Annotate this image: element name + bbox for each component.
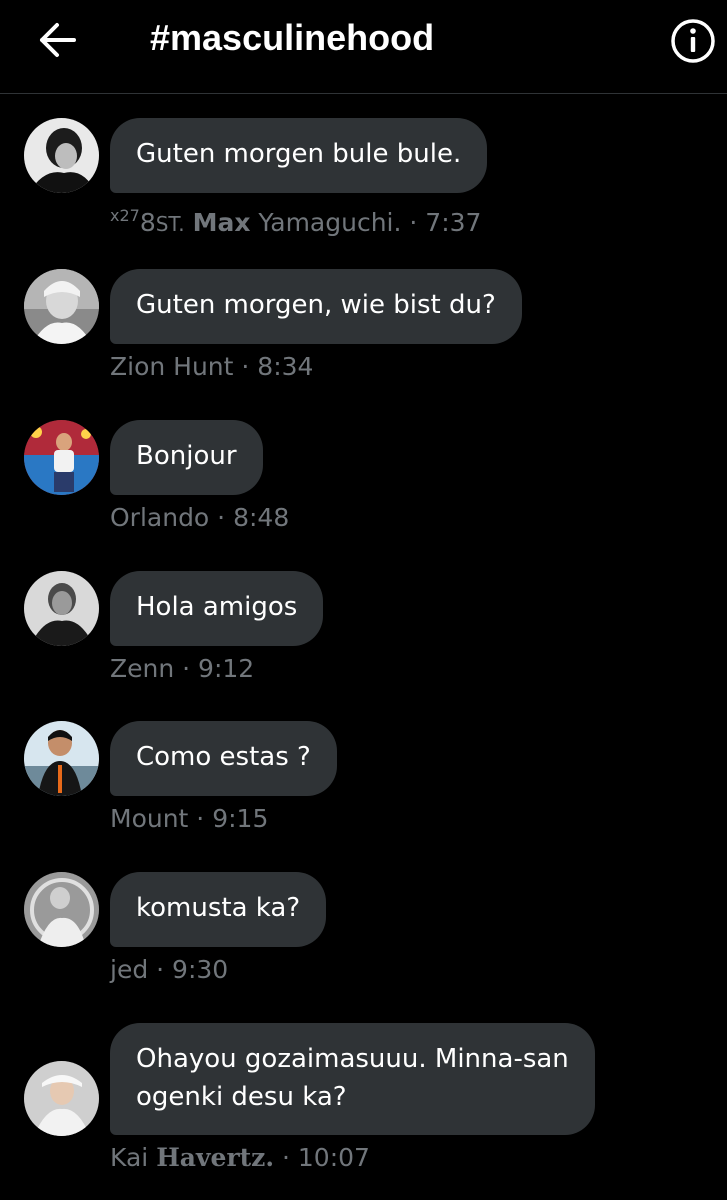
- sender-name: Zion Hunt: [110, 352, 234, 381]
- sender-prefix-sup: x27: [110, 206, 140, 225]
- avatar[interactable]: [24, 118, 99, 193]
- sender-name-bold: Havertz.: [156, 1143, 275, 1172]
- message-text: komusta ka?: [136, 893, 301, 923]
- message-text-line: Ohayou gozaimasuuu. Minna-san: [136, 1044, 569, 1074]
- message-text: Guten morgen bule bule.: [136, 139, 462, 169]
- info-circle-icon: [671, 19, 715, 63]
- sender-name: Yamaguchi.: [258, 208, 402, 237]
- message-time: 10:07: [297, 1143, 370, 1172]
- avatar[interactable]: [24, 1061, 99, 1136]
- message-meta: jed · 9:30: [110, 955, 229, 984]
- message-text: Como estas ?: [136, 742, 311, 772]
- conversation-header: #masculinehood: [0, 0, 727, 94]
- message-time: 8:48: [233, 503, 290, 532]
- message-meta: Zion Hunt · 8:34: [110, 352, 314, 381]
- message-time: 9:15: [212, 804, 269, 833]
- arrow-left-icon: [40, 23, 76, 57]
- message-text: Guten morgen, wie bist du?: [136, 290, 496, 320]
- sender-name: Zenn: [110, 654, 175, 683]
- message-text: Hola amigos: [136, 592, 298, 622]
- message-time: 9:12: [198, 654, 255, 683]
- avatar[interactable]: [24, 269, 99, 344]
- message-time: 9:30: [172, 955, 229, 984]
- message-bubble[interactable]: komusta ka?: [110, 872, 327, 947]
- message-meta: Mount · 9:15: [110, 804, 269, 833]
- message-text: Bonjour: [136, 441, 237, 471]
- sender-name: Orlando: [110, 503, 210, 532]
- avatar[interactable]: [24, 420, 99, 495]
- message-meta: Kai Havertz. · 10:07: [110, 1143, 370, 1172]
- message-bubble[interactable]: Guten morgen, wie bist du?: [110, 269, 522, 344]
- avatar[interactable]: [24, 872, 99, 947]
- back-button[interactable]: [30, 18, 86, 62]
- message-bubble[interactable]: Como estas ?: [110, 721, 337, 796]
- sender-name: Mount: [110, 804, 189, 833]
- message-bubble[interactable]: Hola amigos: [110, 571, 324, 646]
- info-button[interactable]: [668, 16, 718, 66]
- conversation-title: #masculinehood: [150, 17, 435, 58]
- message-text-line: ogenki desu ka?: [136, 1082, 347, 1112]
- sender-name-bold: Max: [192, 208, 251, 237]
- sender-prefix: 8: [139, 208, 156, 237]
- sender-prefix-small: ST.: [155, 212, 185, 236]
- message-bubble[interactable]: Guten morgen bule bule.: [110, 118, 488, 193]
- sender-name: jed: [110, 955, 149, 984]
- message-meta: x278ST. Max Yamaguchi. · 7:37: [110, 206, 482, 237]
- sender-name: Kai: [110, 1143, 149, 1172]
- message-time: 8:34: [257, 352, 314, 381]
- message-meta: Zenn · 9:12: [110, 654, 255, 683]
- message-bubble[interactable]: Ohayou gozaimasuuu. Minna-san ogenki des…: [110, 1023, 595, 1135]
- avatar[interactable]: [24, 571, 99, 646]
- message-bubble[interactable]: Bonjour: [110, 420, 263, 495]
- message-time: 7:37: [425, 208, 482, 237]
- message-meta: Orlando · 8:48: [110, 503, 290, 532]
- avatar[interactable]: [24, 721, 99, 796]
